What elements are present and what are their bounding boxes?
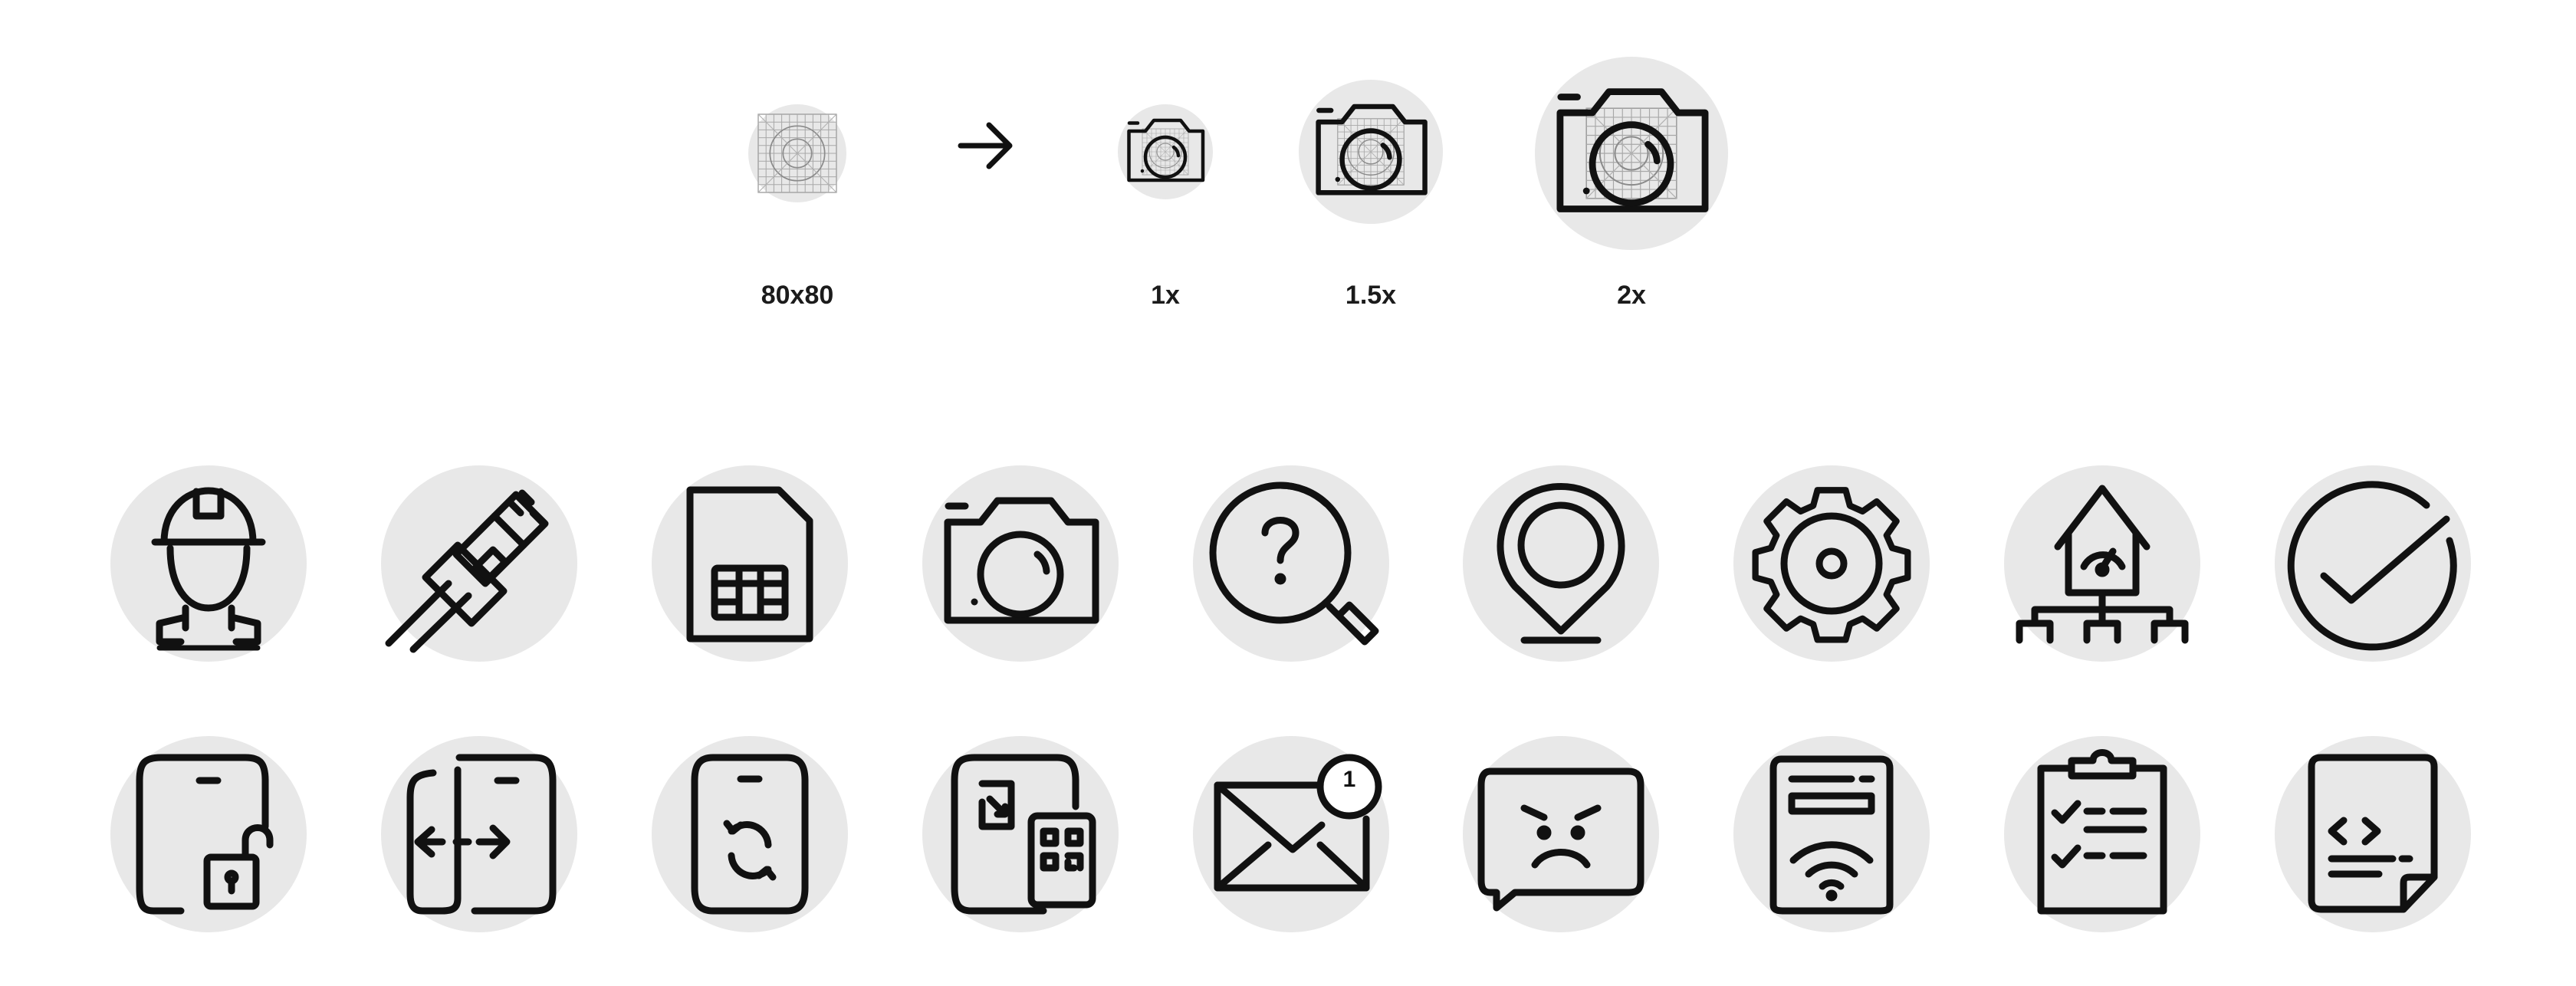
mail-badge-count: 1 [1343, 767, 1356, 792]
scale-label-1_5x: 1.5x [1345, 281, 1397, 310]
row2-backgrounds [110, 736, 2471, 932]
camera-preview-1x [1118, 104, 1213, 199]
arrow-right-icon [958, 122, 1013, 169]
grid-template-80x80 [748, 104, 846, 202]
scale-label-1x: 1x [1151, 281, 1180, 310]
icon-sheet: 1 [110, 57, 2471, 932]
camera-preview-2x [1535, 57, 1728, 250]
camera-preview-1_5x [1299, 80, 1443, 224]
scale-label-2x: 2x [1617, 281, 1646, 310]
grid-size-label: 80x80 [761, 281, 834, 310]
